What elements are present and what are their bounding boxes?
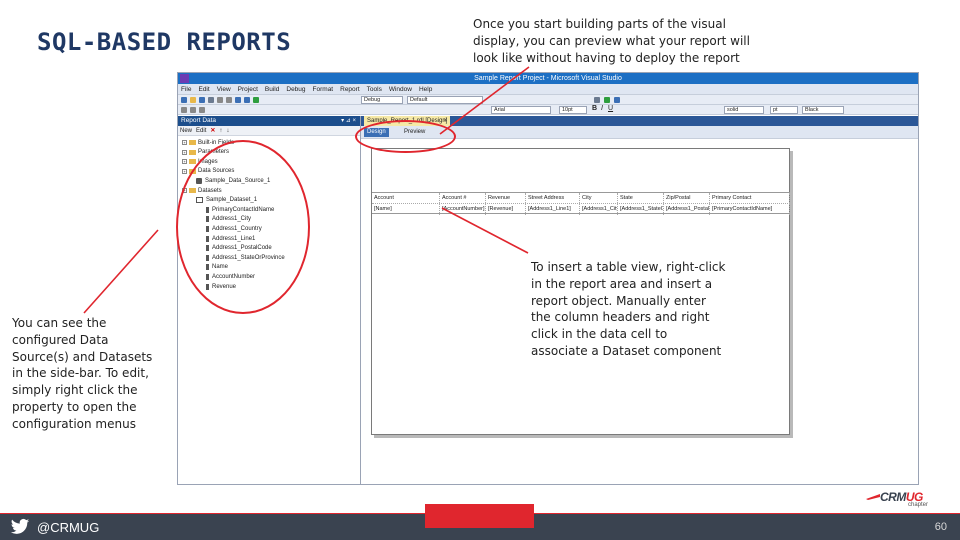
solution-explorer-icon[interactable] [614, 97, 620, 103]
spacing-icon[interactable] [199, 106, 205, 113]
report-data-toolbar: New Edit ✕ ↑ ↓ [178, 126, 360, 136]
logo-swoosh-icon [866, 494, 880, 500]
copy-icon[interactable] [226, 96, 232, 103]
close-tab-icon[interactable]: × [443, 116, 447, 126]
italic-icon[interactable]: I [601, 105, 603, 112]
table-header-row: Account Account # Revenue Street Address Cit… [372, 193, 790, 204]
page-number: 60 [934, 521, 947, 533]
menu-item-file[interactable]: File [181, 86, 191, 93]
edit-button[interactable]: Edit [196, 128, 206, 134]
table-data-cell[interactable]: [AccountNumber] [440, 204, 486, 215]
footer-red-block [425, 504, 534, 528]
folder-icon [189, 149, 196, 155]
sidebar-pointer-line [83, 229, 159, 314]
twitter-bird-icon [10, 518, 30, 534]
table-header-cell[interactable]: Street Address [526, 193, 580, 203]
table-header-cell[interactable]: Zip/Postal [664, 193, 710, 203]
report-data-highlight [176, 140, 310, 314]
report-data-header: Report Data ▾ ⊿ × [178, 116, 360, 126]
menu-item-build[interactable]: Build [265, 86, 279, 93]
document-tab-row: Sample_Report_1.rdl [Design] × [361, 116, 918, 126]
border-style-combo[interactable]: solid [724, 106, 764, 114]
menu-bar: File Edit View Project Build Debug Format Repor… [178, 84, 918, 95]
font-combo[interactable]: Arial [491, 106, 551, 114]
expand-icon[interactable]: + [182, 168, 187, 174]
redo-icon[interactable] [244, 96, 250, 103]
menu-item-view[interactable]: View [217, 86, 231, 93]
menu-item-edit[interactable]: Edit [198, 86, 209, 93]
table-data-cell[interactable]: [Address1_Line1] [526, 204, 580, 215]
move-up-icon[interactable]: ↑ [219, 128, 222, 134]
standard-toolbar: Debug Default [178, 95, 918, 105]
window-title: Sample Report Project - Microsoft Visual… [474, 75, 622, 82]
formatting-toolbar: Arial 10pt B I U solid pt Black [178, 105, 918, 115]
toolbox-icon[interactable] [604, 97, 610, 103]
font-size-combo[interactable]: 10pt [559, 106, 587, 114]
table-data-cell[interactable]: [Name] [372, 204, 440, 215]
start-icon[interactable] [253, 96, 259, 103]
platform-combo[interactable]: Default [407, 96, 483, 104]
expand-icon[interactable]: + [182, 159, 187, 165]
folder-icon [189, 159, 196, 165]
menu-item-window[interactable]: Window [389, 86, 412, 93]
underline-icon[interactable]: U [608, 105, 613, 112]
menu-item-report[interactable]: Report [340, 86, 360, 93]
table-header-cell[interactable]: Revenue [486, 193, 526, 203]
align-icon[interactable] [181, 106, 187, 113]
table-header-cell[interactable]: Account [372, 193, 440, 203]
slide: SQL-BASED REPORTS Once you start buildin… [0, 0, 960, 540]
bold-icon[interactable]: B [592, 105, 597, 112]
configuration-combo[interactable]: Debug [361, 96, 403, 104]
table-header-cell[interactable]: State [618, 193, 664, 203]
save-all-icon[interactable] [208, 96, 214, 103]
save-icon[interactable] [199, 96, 205, 103]
folder-icon [189, 140, 196, 145]
pin-close-icon[interactable]: ▾ ⊿ × [341, 116, 356, 126]
expand-icon[interactable]: + [182, 149, 187, 155]
table-data-cell[interactable]: [Address1_City] [580, 204, 618, 215]
border-color-combo[interactable]: Black [802, 106, 844, 114]
twitter-handle: @CRMUG [37, 520, 100, 535]
menu-item-project[interactable]: Project [238, 86, 258, 93]
delete-icon[interactable]: ✕ [210, 127, 215, 134]
crmug-logo: CRMUG chapter [866, 490, 946, 512]
visual-studio-icon [180, 74, 189, 83]
table-data-row: [Name] [AccountNumber] [Revenue] [Address1_… [372, 204, 790, 215]
expand-icon[interactable]: + [182, 140, 187, 145]
table-header-cell[interactable]: Primary Contact [710, 193, 790, 203]
menu-item-help[interactable]: Help [419, 86, 432, 93]
open-folder-icon[interactable] [190, 96, 196, 103]
note-preview: Once you start building parts of the vis… [473, 17, 750, 65]
new-project-icon[interactable] [181, 96, 187, 103]
preview-tab-highlight [355, 120, 456, 153]
menu-item-format[interactable]: Format [313, 86, 334, 93]
table-data-cell[interactable]: [Address1_PostalCode] [664, 204, 710, 215]
properties-icon[interactable] [594, 97, 600, 103]
report-data-title: Report Data [181, 117, 217, 124]
logo-subtitle: chapter [908, 502, 929, 508]
window-titlebar: Sample Report Project - Microsoft Visual… [178, 73, 918, 84]
size-icon[interactable] [190, 106, 196, 113]
table-data-cell[interactable]: [Address1_StateOrProvince] [618, 204, 664, 215]
table-header-cell[interactable]: City [580, 193, 618, 203]
cut-icon[interactable] [217, 96, 223, 103]
slide-title: SQL-BASED REPORTS [37, 28, 292, 56]
table-header-cell[interactable]: Account # [440, 193, 486, 203]
menu-item-debug[interactable]: Debug [286, 86, 305, 93]
table-data-cell[interactable]: [PrimaryContactIdName] [710, 204, 790, 215]
border-width-combo[interactable]: pt [770, 106, 798, 114]
menu-item-tools[interactable]: Tools [367, 86, 382, 93]
report-table[interactable]: Account Account # Revenue Street Address Cit… [372, 192, 790, 215]
new-menu-button[interactable]: New [180, 128, 192, 134]
undo-icon[interactable] [235, 96, 241, 103]
move-down-icon[interactable]: ↓ [226, 128, 229, 134]
table-data-cell[interactable]: [Revenue] [486, 204, 526, 215]
note-sidebar: You can see the configured Data Source(s… [12, 316, 153, 431]
note-table-view: To insert a table view, right-click in t… [531, 260, 726, 358]
